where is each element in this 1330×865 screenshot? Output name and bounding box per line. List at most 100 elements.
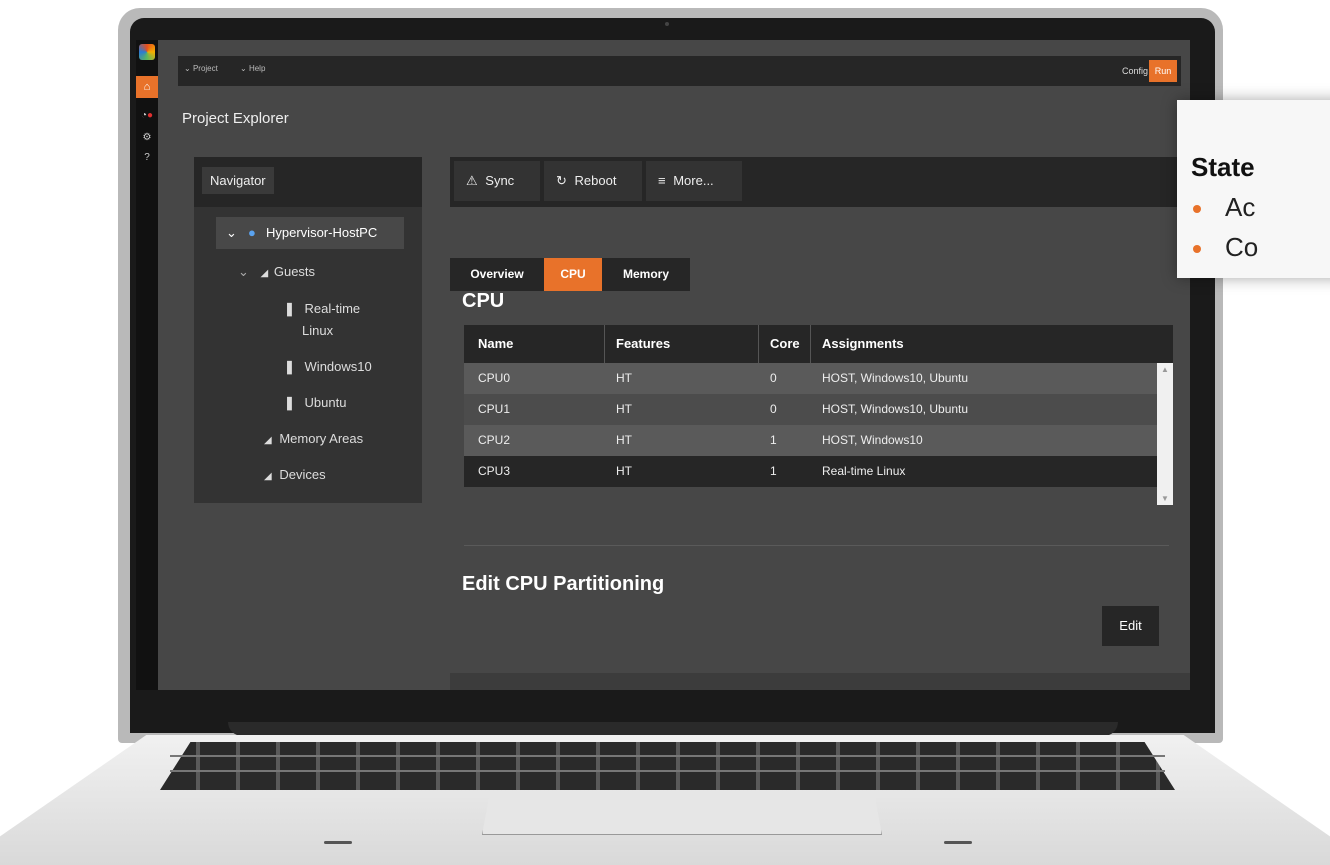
tab-memory[interactable]: Memory bbox=[602, 258, 690, 291]
scroll-down-icon[interactable]: ▼ bbox=[1157, 494, 1173, 503]
tree-item-windows10[interactable]: ❚ Windows10 bbox=[284, 359, 372, 375]
table-cell: HT bbox=[616, 371, 632, 385]
card-bullet: In bbox=[1193, 272, 1247, 278]
tab-overview[interactable]: Overview bbox=[450, 258, 544, 291]
table-cell: HT bbox=[616, 433, 632, 447]
sync-button[interactable]: ⚠ Sync bbox=[454, 161, 540, 201]
scroll-up-icon[interactable]: ▲ bbox=[1157, 365, 1173, 374]
more-button[interactable]: ≡ More... bbox=[646, 161, 742, 201]
app-logo-icon bbox=[139, 44, 155, 60]
table-cell: 0 bbox=[770, 402, 777, 416]
run-button[interactable]: Run bbox=[1149, 60, 1177, 82]
tree-item-label: Hypervisor-HostPC bbox=[266, 225, 378, 240]
navigator-panel: Navigator ⌄ ● Hypervisor-HostPC ⌄ ◢ Gues… bbox=[194, 157, 422, 503]
table-cell: Real-time Linux bbox=[822, 464, 906, 478]
edit-button[interactable]: Edit bbox=[1102, 606, 1159, 646]
table-cell: HOST, Windows10, Ubuntu bbox=[822, 402, 969, 416]
tree-item-label: Real-time bbox=[304, 301, 361, 316]
table-cell: 1 bbox=[770, 433, 777, 447]
bullet-icon bbox=[1193, 245, 1201, 254]
table-cell: CPU0 bbox=[478, 371, 511, 385]
column-divider bbox=[810, 325, 811, 363]
page-title: Project Explorer bbox=[182, 110, 289, 127]
laptop-foot bbox=[944, 841, 972, 844]
chevron-down-icon: ⌄ bbox=[240, 64, 249, 73]
table-cell: HOST, Windows10, Ubuntu bbox=[822, 371, 969, 385]
card-title: State bbox=[1191, 152, 1255, 182]
table-cell: HOST, Windows10 bbox=[822, 433, 923, 447]
table-cell: CPU2 bbox=[478, 433, 511, 447]
guest-icon: ❚ bbox=[284, 395, 295, 410]
webcam bbox=[665, 22, 669, 26]
memory-icon: ◢ bbox=[264, 435, 272, 446]
section-title: CPU bbox=[462, 290, 505, 312]
help-menu[interactable]: ⌄ Help bbox=[240, 64, 265, 73]
navigator-header: Navigator bbox=[194, 157, 422, 207]
chevron-down-icon: ⌄ bbox=[184, 64, 193, 73]
icon-rail: ⌂ ◔● ⚙ ? bbox=[136, 40, 158, 690]
column-header[interactable]: Name bbox=[478, 325, 513, 363]
project-menu[interactable]: ⌄ Project bbox=[184, 64, 218, 73]
reboot-button[interactable]: ↻ Reboot bbox=[544, 161, 642, 201]
menu-icon: ≡ bbox=[658, 173, 666, 188]
table-row[interactable]: CPU2 HT 1 HOST, Windows10 bbox=[464, 425, 1157, 456]
app-screen: ⌂ ◔● ⚙ ? ⌄ Project ⌄ Help Config Run Pro… bbox=[136, 40, 1190, 690]
tree-item-label: Devices bbox=[279, 467, 326, 482]
menu-bar: ⌄ Project ⌄ Help Config Run bbox=[178, 56, 1181, 86]
column-header[interactable]: Assignments bbox=[822, 325, 904, 363]
tree-item-label: Ubuntu bbox=[304, 395, 347, 410]
gear-icon[interactable]: ⚙ bbox=[136, 132, 158, 143]
home-icon[interactable]: ⌂ bbox=[136, 76, 158, 98]
tree-item-hypervisor[interactable]: ⌄ ● Hypervisor-HostPC bbox=[216, 217, 404, 249]
tree-item-label: Linux bbox=[302, 323, 334, 338]
column-divider bbox=[604, 325, 605, 363]
config-button[interactable]: Config bbox=[1122, 62, 1148, 80]
action-toolbar: ⚠ Sync ↻ Reboot ≡ More... bbox=[450, 157, 1190, 207]
tree-item-label: Memory Areas bbox=[279, 431, 364, 446]
column-divider bbox=[758, 325, 759, 363]
laptop-keyboard bbox=[160, 742, 1175, 790]
table-row[interactable]: CPU1 HT 0 HOST, Windows10, Ubuntu bbox=[464, 394, 1157, 425]
folder-icon: ◢ bbox=[260, 268, 269, 279]
content-footer bbox=[450, 673, 1190, 690]
cpu-table: Name Features Core Assignments CPU0 HT 0… bbox=[464, 325, 1173, 505]
tree-item-ubuntu[interactable]: ❚ Ubuntu bbox=[284, 395, 346, 411]
table-cell: CPU3 bbox=[478, 464, 511, 478]
globe-icon: ● bbox=[248, 225, 256, 240]
tree-item-devices[interactable]: ◢ Devices bbox=[264, 467, 326, 482]
table-cell: 0 bbox=[770, 371, 777, 385]
table-cell: 1 bbox=[770, 464, 777, 478]
tree-item-guests[interactable]: ⌄ ◢ Guests bbox=[238, 264, 315, 280]
card-bullet: Co bbox=[1193, 232, 1258, 263]
table-row[interactable]: CPU0 HT 0 HOST, Windows10, Ubuntu bbox=[464, 363, 1157, 394]
edit-section-title: Edit CPU Partitioning bbox=[462, 573, 665, 595]
keyboard-row bbox=[170, 755, 1165, 757]
tree-item-realtime-linux[interactable]: ❚ Real-time bbox=[284, 301, 360, 317]
laptop-hinge bbox=[228, 722, 1118, 736]
tree-item-label: Windows10 bbox=[304, 359, 372, 374]
overlay-card: State Ac Co In bbox=[1177, 100, 1330, 278]
table-cell: HT bbox=[616, 402, 632, 416]
guest-icon: ❚ bbox=[284, 359, 295, 374]
bullet-icon bbox=[1193, 205, 1201, 214]
chevron-down-icon: ⌄ bbox=[238, 264, 249, 279]
warning-icon: ⚠ bbox=[466, 173, 478, 188]
help-icon[interactable]: ? bbox=[136, 152, 158, 163]
keyboard-row bbox=[170, 770, 1165, 772]
column-header[interactable]: Features bbox=[616, 325, 670, 363]
table-row-selected[interactable]: CPU3 HT 1 Real-time Linux bbox=[464, 456, 1157, 487]
tree-item-memory-areas[interactable]: ◢ Memory Areas bbox=[264, 431, 363, 446]
table-scrollbar[interactable]: ▲ ▼ bbox=[1157, 363, 1173, 505]
tab-cpu[interactable]: CPU bbox=[544, 258, 602, 291]
navigator-tab[interactable]: Navigator bbox=[202, 167, 274, 194]
user-icon[interactable]: ◔● bbox=[136, 110, 158, 121]
tree-item-label: Guests bbox=[273, 264, 316, 279]
guest-icon: ❚ bbox=[284, 301, 295, 316]
section-divider bbox=[464, 545, 1169, 546]
table-header: Name Features Core Assignments bbox=[464, 325, 1173, 363]
chevron-down-icon[interactable]: ⌄ bbox=[226, 217, 237, 249]
column-header[interactable]: Core bbox=[770, 325, 800, 363]
laptop-foot bbox=[324, 841, 352, 844]
table-cell: CPU1 bbox=[478, 402, 511, 416]
table-cell: HT bbox=[616, 464, 632, 478]
